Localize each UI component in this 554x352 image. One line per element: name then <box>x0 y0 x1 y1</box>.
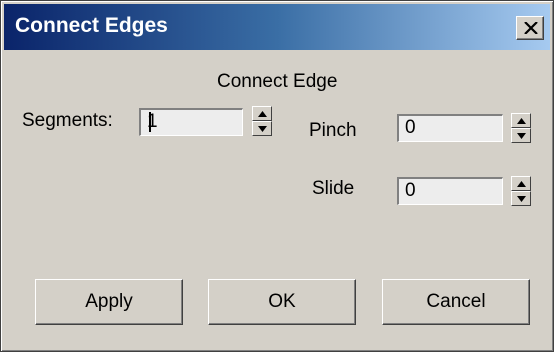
arrow-down-icon <box>258 126 267 132</box>
segments-label: Segments: <box>22 110 113 131</box>
arrow-down-icon <box>517 133 526 139</box>
connect-edges-dialog: Connect Edges Connect Edge Segments: 1 P… <box>0 0 554 352</box>
segments-spin-up[interactable] <box>252 106 272 121</box>
pinch-spin-up[interactable] <box>511 113 531 128</box>
ok-button[interactable]: OK <box>208 279 356 325</box>
slide-input[interactable]: 0 <box>397 177 503 205</box>
slide-spin-down[interactable] <box>511 191 531 206</box>
segments-spin-down[interactable] <box>252 121 272 136</box>
close-button[interactable] <box>516 16 544 40</box>
arrow-up-icon <box>258 111 267 117</box>
slide-spinner[interactable] <box>511 176 531 206</box>
slide-label: Slide <box>312 178 355 199</box>
pinch-spin-down[interactable] <box>511 128 531 143</box>
slide-spin-up[interactable] <box>511 176 531 191</box>
pinch-input[interactable]: 0 <box>397 114 503 142</box>
dialog-title: Connect Edges <box>15 14 168 37</box>
pinch-spinner[interactable] <box>511 113 531 143</box>
arrow-up-icon <box>517 118 526 124</box>
cancel-button[interactable]: Cancel <box>382 279 530 325</box>
group-label: Connect Edge <box>217 71 338 92</box>
segments-input[interactable]: 1 <box>139 108 243 136</box>
pinch-label: Pinch <box>309 120 357 141</box>
title-bar[interactable]: Connect Edges <box>4 4 550 50</box>
segments-spinner[interactable] <box>252 106 272 136</box>
close-icon <box>524 22 538 34</box>
arrow-down-icon <box>517 196 526 202</box>
apply-button[interactable]: Apply <box>35 279 183 325</box>
arrow-up-icon <box>517 181 526 187</box>
text-caret <box>149 112 151 132</box>
